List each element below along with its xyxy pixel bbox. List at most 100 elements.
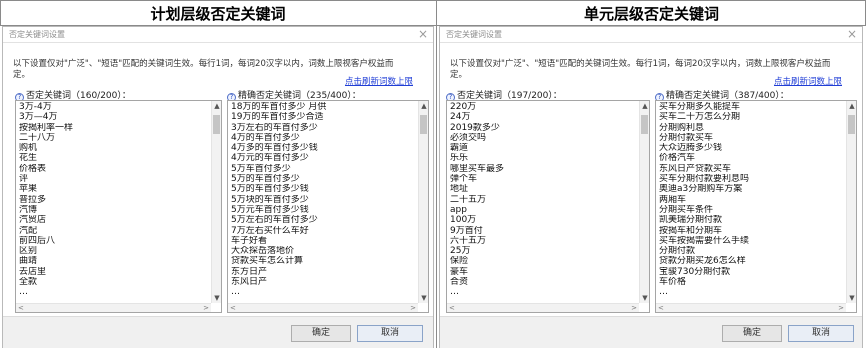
scroll-thumb[interactable] xyxy=(420,115,427,134)
keyword-line: 苹果 xyxy=(19,184,38,195)
keyword-line: 4万多的车首付多少钱 xyxy=(231,143,318,154)
keyword-line: 分期付款 xyxy=(659,246,696,257)
chevron-up-icon[interactable]: ▲ xyxy=(419,101,428,111)
keyword-line: 大众探岳落地价 xyxy=(231,246,295,257)
refresh-limit-link[interactable]: 点击刷新词数上限 xyxy=(774,75,842,87)
chevron-down-icon[interactable]: ▼ xyxy=(419,293,428,303)
exact-negative-keyword-textarea[interactable]: 买车分期多久能提车 买车二十万怎么分期 分期购利息 分期付款买车 大众迈腾多少钱 价格汽车… xyxy=(655,100,857,313)
negative-keyword-textarea[interactable]: 3万-4万 3万—4万 按揭利率一样 二十八万 购机 花生 价格表评苹果 普拉多 汽博 汽贸店 汽配… xyxy=(15,100,222,313)
vertical-scrollbar[interactable]: ▲ ▼ xyxy=(211,101,221,303)
chevron-down-icon[interactable]: ▼ xyxy=(212,293,221,303)
keyword-line: 分期付款买车 xyxy=(659,132,714,143)
keyword-lines: 买车分期多久能提车 买车二十万怎么分期 分期购利息 分期付款买车 大众迈腾多少钱 价格汽车… xyxy=(659,102,845,302)
ok-button[interactable]: 确定 xyxy=(722,325,782,342)
keyword-line: 5万左右的车首付多少 xyxy=(231,215,318,226)
keyword-line: 3万—4万 xyxy=(19,112,58,123)
keyword-line: 两厢车 xyxy=(659,194,687,205)
keyword-line: 贷款买车怎么计算 xyxy=(231,256,304,267)
dialog-footer: 确定 取消 xyxy=(3,316,433,348)
chevron-right-icon[interactable]: > xyxy=(203,304,209,312)
chevron-left-icon[interactable]: < xyxy=(18,304,24,312)
keyword-line: 普拉多 xyxy=(19,194,47,205)
keyword-line: 区别 xyxy=(19,246,38,257)
keyword-line: 弹个车 xyxy=(450,174,478,185)
plan-level-heading: 计划层级否定关键词 xyxy=(150,5,286,23)
keyword-line: 3万-4万 xyxy=(19,102,52,112)
dialog-title: 否定关键词设置 xyxy=(9,30,65,39)
scroll-thumb[interactable] xyxy=(848,115,855,134)
vertical-scrollbar[interactable]: ▲ ▼ xyxy=(846,101,856,303)
keyword-line: 买车二十万怎么分期 xyxy=(659,112,741,123)
keyword-line: 分期买车条件 xyxy=(659,204,714,215)
chevron-left-icon[interactable]: < xyxy=(449,304,455,312)
keyword-line: 乐乐 xyxy=(450,153,469,164)
keyword-line: 按揭利率一样 xyxy=(19,122,74,133)
keyword-line: … xyxy=(231,287,240,298)
keyword-line: 4万元的车首付多少 xyxy=(231,153,309,164)
keyword-line: 18万的车首付多少 月供 xyxy=(231,102,327,112)
comparison-divider xyxy=(436,0,437,348)
keyword-line: 前四后八 xyxy=(19,235,56,246)
chevron-left-icon[interactable]: < xyxy=(658,304,664,312)
chevron-up-icon[interactable]: ▲ xyxy=(640,101,649,111)
dialog-footer: 确定 取消 xyxy=(440,316,862,348)
cancel-button[interactable]: 取消 xyxy=(788,325,854,342)
keyword-line: 霸道 xyxy=(450,143,469,154)
keyword-line: 买车按揭需要什么手续 xyxy=(659,235,750,246)
keyword-line: 二十五万 xyxy=(450,194,487,205)
keyword-line: 凯美瑞分期付款 xyxy=(659,215,723,226)
exact-negative-keyword-textarea[interactable]: 18万的车首付多少 月供 19万的车首付多少合适 3万左右的车首付多少 4万的车首付多… xyxy=(227,100,429,313)
keyword-line: app xyxy=(450,204,467,215)
scroll-thumb[interactable] xyxy=(213,115,220,134)
keyword-line: 4万的车首付多少 xyxy=(231,132,300,143)
scroll-thumb[interactable] xyxy=(641,115,648,134)
keyword-line: 东方日产 xyxy=(231,266,268,277)
chevron-right-icon[interactable]: > xyxy=(631,304,637,312)
keyword-line: 5万元车首付多少钱 xyxy=(231,204,309,215)
keyword-line: 汽博 xyxy=(19,204,38,215)
keyword-line: 9万首付 xyxy=(450,225,483,236)
keyword-line: 5万车首付多少 xyxy=(231,163,291,174)
keyword-line: … xyxy=(450,287,459,298)
chevron-left-icon[interactable]: < xyxy=(230,304,236,312)
keyword-line: 买车分期付款要利息吗 xyxy=(659,174,750,185)
keyword-line: 5万的车首付多少钱 xyxy=(231,184,309,195)
keyword-line: 宝骏730分期付款 xyxy=(659,266,731,277)
keyword-line: 汽贸店 xyxy=(19,215,47,226)
chevron-up-icon[interactable]: ▲ xyxy=(212,101,221,111)
keyword-line: 分期购利息 xyxy=(659,122,705,133)
chevron-down-icon[interactable]: ▼ xyxy=(640,293,649,303)
keyword-line: 东风日产 xyxy=(231,277,268,288)
chevron-right-icon[interactable]: > xyxy=(410,304,416,312)
vertical-scrollbar[interactable]: ▲ ▼ xyxy=(639,101,649,303)
chevron-up-icon[interactable]: ▲ xyxy=(847,101,856,111)
vertical-scrollbar[interactable]: ▲ ▼ xyxy=(418,101,428,303)
keyword-line: 3万左右的车首付多少 xyxy=(231,122,318,133)
keyword-line: 大众迈腾多少钱 xyxy=(659,143,723,154)
chevron-right-icon[interactable]: > xyxy=(838,304,844,312)
keyword-line: 车价格 xyxy=(659,277,687,288)
horizontal-scrollbar[interactable]: < > xyxy=(16,303,211,312)
horizontal-scrollbar[interactable]: < > xyxy=(447,303,639,312)
ok-button[interactable]: 确定 xyxy=(291,325,351,342)
horizontal-scrollbar[interactable]: < > xyxy=(228,303,418,312)
keyword-line: 地址 xyxy=(450,184,469,195)
horizontal-scrollbar[interactable]: < > xyxy=(656,303,846,312)
close-icon[interactable]: × xyxy=(418,27,428,41)
unit-level-heading: 单元层级否定关键词 xyxy=(583,5,719,23)
keyword-line: 贷款分期买龙6怎么样 xyxy=(659,256,746,267)
close-icon[interactable]: × xyxy=(847,27,857,41)
keyword-lines: 220万 24万 2019款多少 必须交吗 霸道 乐乐 哪里买车最多 弹个车 地址 二十五万 app… xyxy=(450,102,638,302)
settings-description: 以下设置仅对"广泛"、"短语"匹配的关键词生效。每行1词，每词20汉字以内，词数… xyxy=(13,59,394,80)
cancel-button[interactable]: 取消 xyxy=(357,325,423,342)
chevron-down-icon[interactable]: ▼ xyxy=(847,293,856,303)
dialog-titlebar: 否定关键词设置 × xyxy=(3,27,433,43)
keyword-line: 买车分期多久能提车 xyxy=(659,102,741,112)
keyword-line: 5万块的车首付多少 xyxy=(231,194,309,205)
refresh-limit-link[interactable]: 点击刷新词数上限 xyxy=(345,75,413,87)
keyword-line: 东风日产贷款买车 xyxy=(659,163,732,174)
keyword-line: 必须交吗 xyxy=(450,132,487,143)
keyword-line: 7万左右买什么车好 xyxy=(231,225,309,236)
negative-keyword-textarea[interactable]: 220万 24万 2019款多少 必须交吗 霸道 乐乐 哪里买车最多 弹个车 地址 二十五万 app… xyxy=(446,100,650,313)
keyword-line: 保险 xyxy=(450,256,469,267)
